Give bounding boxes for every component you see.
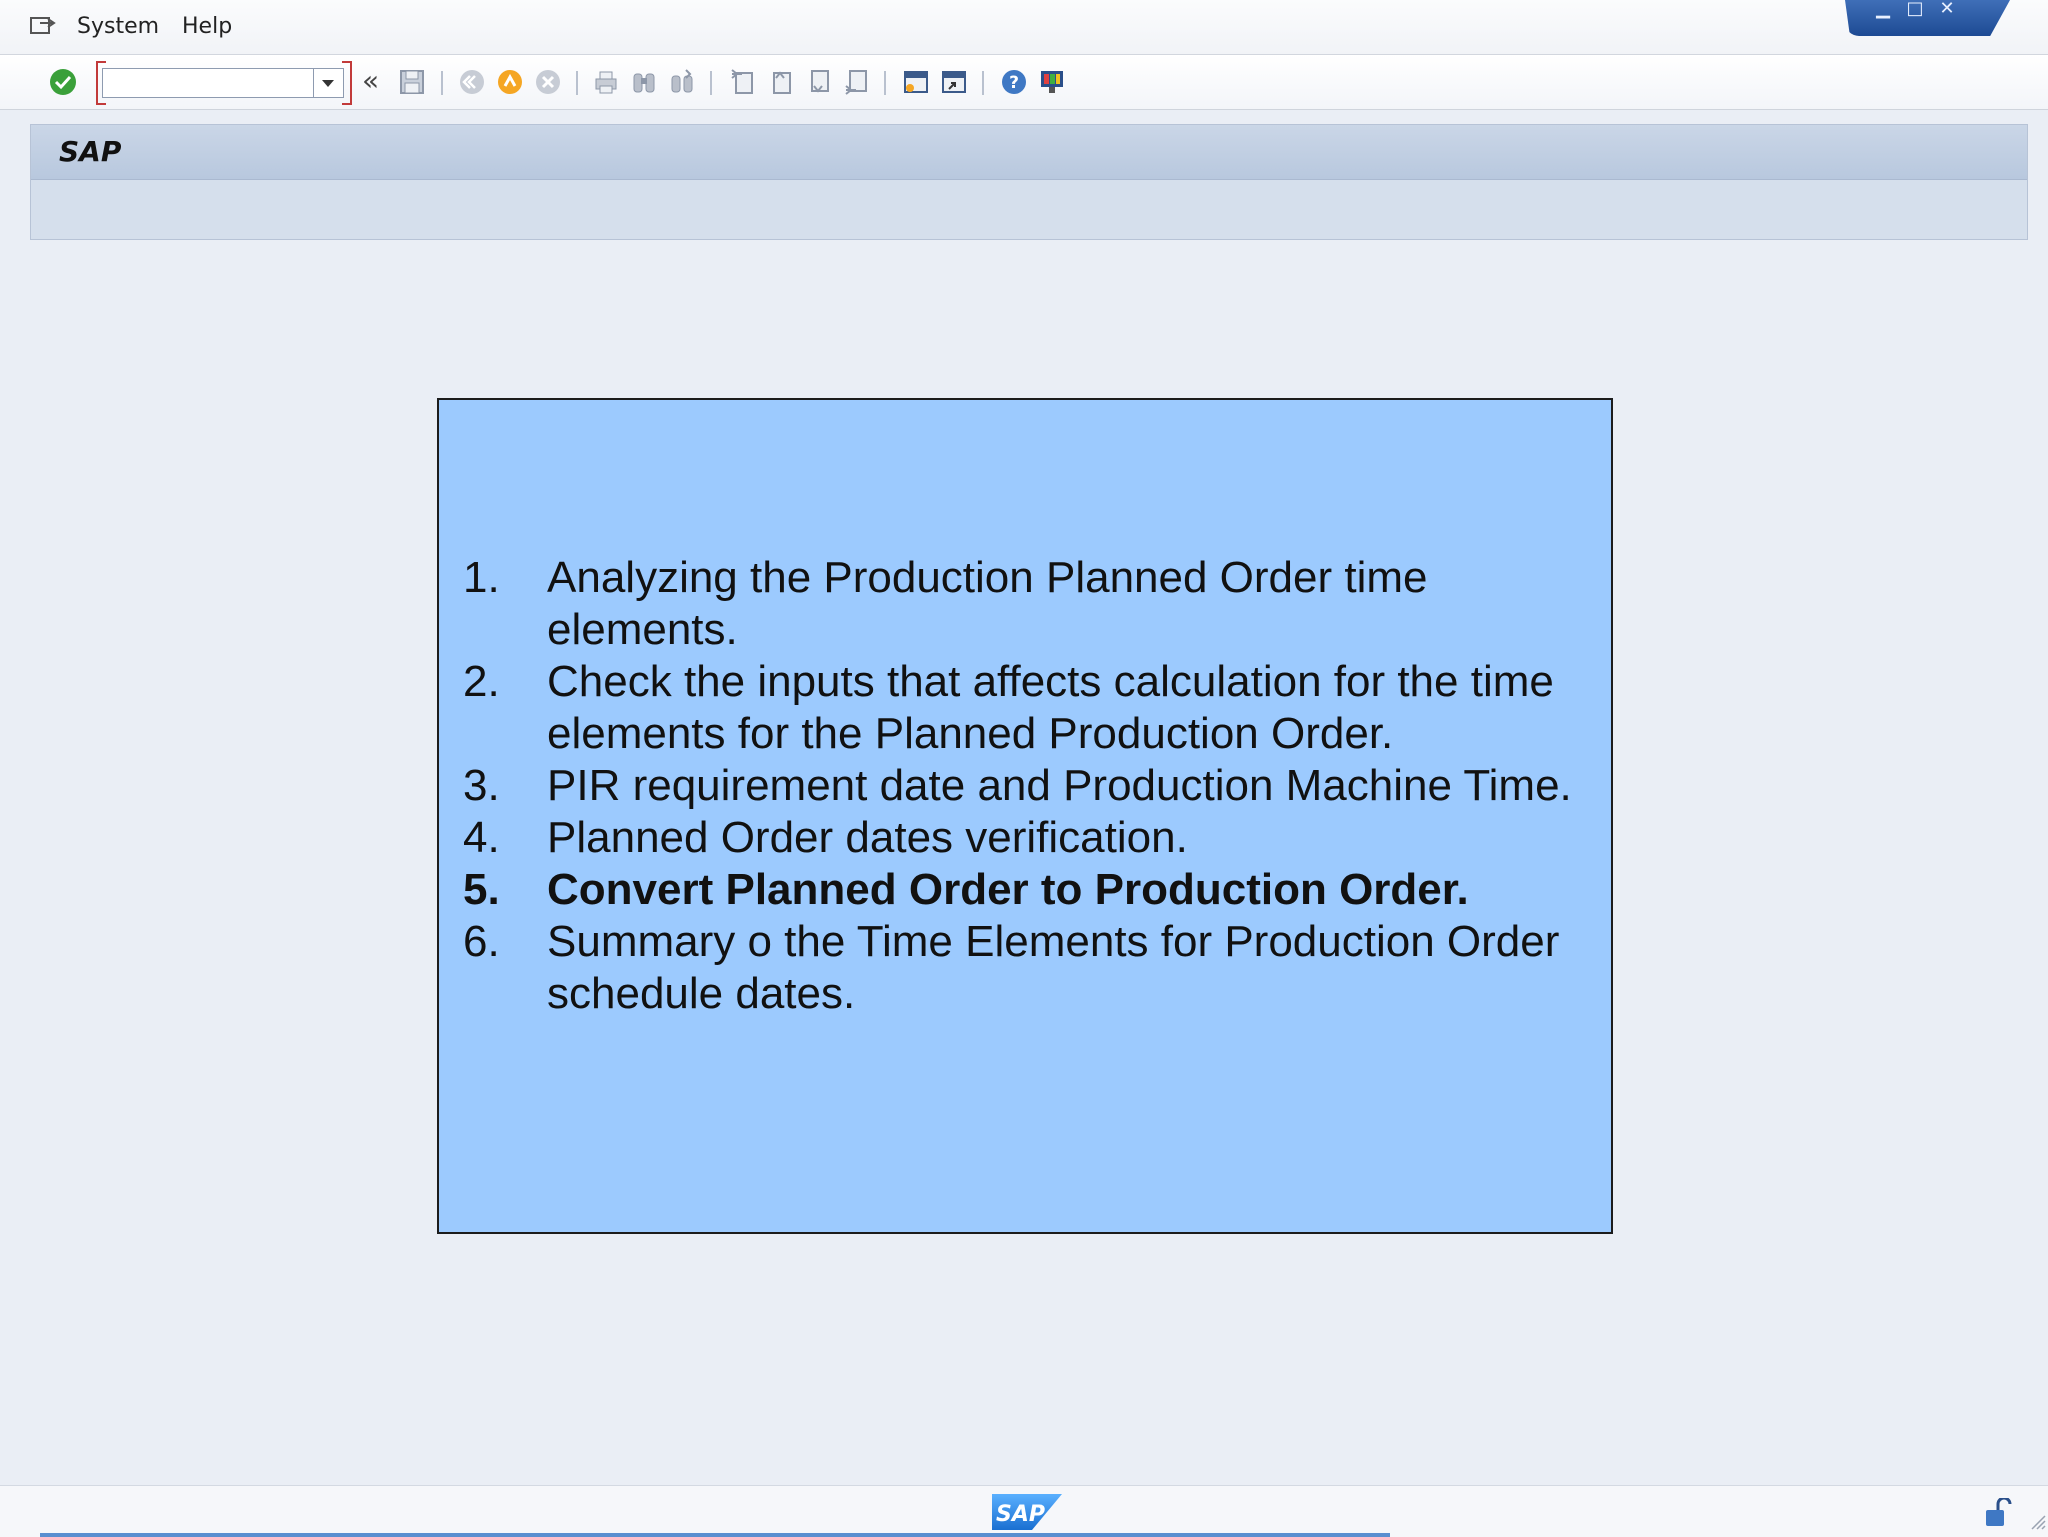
back-icon[interactable] [458, 68, 486, 96]
menu-icon[interactable] [30, 15, 56, 37]
screen-header: SAP [30, 124, 2028, 240]
first-page-icon[interactable] [728, 68, 756, 96]
step-number: 6. [463, 917, 500, 966]
last-page-icon[interactable] [842, 68, 870, 96]
help-icon[interactable]: ? [1000, 68, 1028, 96]
menu-bar: System Help ▁ □ ✕ [0, 0, 2048, 55]
window-controls: ▁ □ ✕ [1845, 0, 2010, 36]
title-bar: SAP [31, 125, 2027, 180]
step-number: 4. [463, 813, 500, 862]
status-bar: SAP [0, 1485, 2048, 1537]
collapse-command-field-button[interactable]: « [362, 67, 379, 95]
chevron-down-icon[interactable] [314, 68, 344, 98]
next-page-icon[interactable] [804, 68, 832, 96]
step-text: Analyzing the Production Planned Order t… [547, 553, 1428, 654]
list-item: 6. Summary o the Time Elements for Produc… [463, 916, 1583, 1020]
sap-logo-icon: SAP [992, 1494, 1062, 1530]
status-progress-line [40, 1533, 1390, 1537]
list-item: 3. PIR requirement date and Production Ma… [463, 760, 1583, 812]
step-text: Planned Order dates verification. [547, 813, 1188, 862]
agenda-overlay-slide: 1. Analyzing the Production Planned Order… [437, 398, 1613, 1234]
page-title: SAP [59, 135, 122, 168]
agenda-step-list: 1. Analyzing the Production Planned Order… [463, 552, 1583, 1020]
step-number: 2. [463, 657, 500, 706]
step-text: Check the inputs that affects calculatio… [547, 657, 1554, 758]
menu-item-system[interactable]: System [77, 14, 159, 39]
minimize-icon[interactable]: ▁ [1869, 0, 1897, 20]
shortcut-icon[interactable] [940, 68, 968, 96]
list-item: 2. Check the inputs that affects calculat… [463, 656, 1583, 760]
step-number: 3. [463, 761, 500, 810]
list-item: 1. Analyzing the Production Planned Order… [463, 552, 1583, 656]
step-text: Convert Planned Order to Production Orde… [547, 865, 1469, 914]
customize-layout-icon[interactable] [1038, 68, 1066, 96]
resize-grip-icon[interactable] [2030, 1512, 2046, 1530]
step-number: 5. [463, 865, 500, 914]
create-session-icon[interactable] [902, 68, 930, 96]
maximize-icon[interactable]: □ [1901, 0, 1929, 20]
step-text: Summary o the Time Elements for Producti… [547, 917, 1560, 1018]
cancel-icon[interactable] [534, 68, 562, 96]
step-text: PIR requirement date and Production Mach… [547, 761, 1572, 810]
command-field[interactable] [102, 68, 314, 98]
list-item: 4. Planned Order dates verification. [463, 812, 1583, 864]
menu-item-help[interactable]: Help [182, 14, 232, 39]
enter-icon[interactable] [49, 68, 77, 96]
previous-page-icon[interactable] [766, 68, 794, 96]
lock-icon[interactable] [1984, 1498, 2012, 1528]
find-icon[interactable] [630, 68, 658, 96]
sap-logo-text: SAP [996, 1502, 1045, 1527]
standard-toolbar: « ? [0, 55, 2048, 110]
sap-gui-window: System Help ▁ □ ✕ « ? SAP 1. Analyzing t… [0, 0, 2048, 1537]
close-icon[interactable]: ✕ [1933, 0, 1961, 20]
save-icon[interactable] [398, 68, 426, 96]
list-item: 5. Convert Planned Order to Production Or… [463, 864, 1583, 916]
step-number: 1. [463, 553, 500, 602]
command-field-frame [96, 61, 352, 105]
exit-icon[interactable] [496, 68, 524, 96]
svg-text:?: ? [1009, 73, 1019, 93]
print-icon[interactable] [592, 68, 620, 96]
find-next-icon[interactable] [668, 68, 696, 96]
